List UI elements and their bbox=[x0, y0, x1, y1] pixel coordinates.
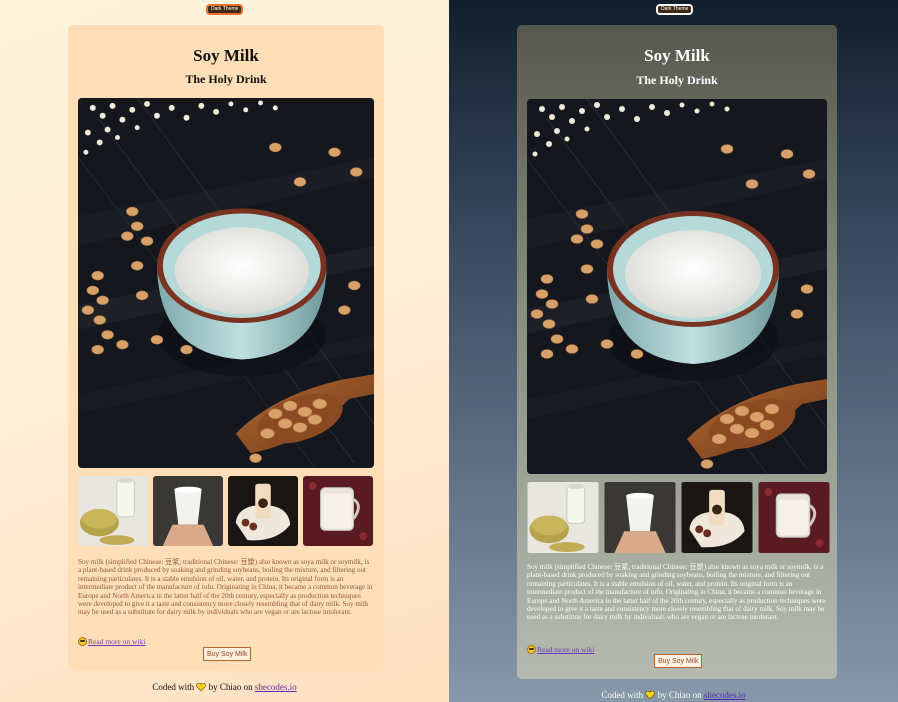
wiki-link-row: Read more on wiki bbox=[527, 645, 594, 654]
footer-prefix: Coded with bbox=[601, 690, 644, 700]
thumbnail-image bbox=[153, 476, 223, 546]
footer: Coded with by Chiao on shecodes.io bbox=[449, 690, 898, 700]
card-subtitle: The Holy Drink bbox=[185, 72, 267, 86]
smiley-icon bbox=[527, 645, 536, 654]
card-subtitle: The Holy Drink bbox=[636, 73, 718, 87]
thumbnail-gallery bbox=[78, 476, 373, 546]
heart-icon bbox=[645, 691, 656, 699]
card-title: Soy Milk bbox=[193, 46, 259, 65]
thumbnail-image bbox=[303, 476, 373, 546]
description-text: Soy milk (simplified Chinese: 豆浆; tradit… bbox=[78, 558, 373, 617]
dark-theme-toggle-button[interactable]: Dark Theme bbox=[206, 4, 244, 15]
footer-prefix: Coded with bbox=[152, 682, 195, 692]
soy-milk-card: Soy Milk The Holy Drink Soy milk (simpli… bbox=[68, 25, 384, 671]
hero-image bbox=[78, 98, 374, 468]
wiki-link[interactable]: Read more on wiki bbox=[537, 645, 594, 654]
wiki-link[interactable]: Read more on wiki bbox=[88, 637, 145, 646]
card-title: Soy Milk bbox=[644, 46, 710, 65]
footer-middle: by Chiao on bbox=[657, 690, 702, 700]
wiki-link-row: Read more on wiki bbox=[78, 637, 145, 646]
hero-image bbox=[527, 99, 827, 474]
thumbnail-image bbox=[604, 482, 676, 553]
footer-middle: by Chiao on bbox=[208, 682, 253, 692]
thumbnail-image bbox=[758, 482, 830, 553]
buy-soy-milk-button[interactable]: Buy Soy Milk bbox=[654, 654, 703, 668]
thumbnail-image bbox=[681, 482, 753, 553]
soy-milk-card: Soy Milk The Holy Drink Soy milk (simpli… bbox=[517, 25, 837, 679]
thumbnail-gallery bbox=[527, 482, 830, 553]
heart-icon bbox=[196, 683, 207, 691]
buy-soy-milk-button[interactable]: Buy Soy Milk bbox=[203, 647, 252, 661]
shecodes-link[interactable]: shecodes.io bbox=[704, 690, 746, 700]
description-text: Soy milk (simplified Chinese: 豆浆; tradit… bbox=[527, 563, 826, 622]
light-theme-panel: Dark Theme Soy Milk The Holy Drink Soy m… bbox=[0, 0, 449, 702]
shecodes-link[interactable]: shecodes.io bbox=[255, 682, 297, 692]
dark-theme-toggle-button[interactable]: Dark Theme bbox=[656, 4, 694, 15]
thumbnail-image bbox=[228, 476, 298, 546]
thumbnail-image bbox=[78, 476, 148, 546]
footer: Coded with by Chiao on shecodes.io bbox=[0, 682, 449, 692]
dark-theme-panel: Dark Theme Soy Milk The Holy Drink Soy m… bbox=[449, 0, 898, 702]
smiley-icon bbox=[78, 637, 87, 646]
thumbnail-image bbox=[527, 482, 599, 553]
